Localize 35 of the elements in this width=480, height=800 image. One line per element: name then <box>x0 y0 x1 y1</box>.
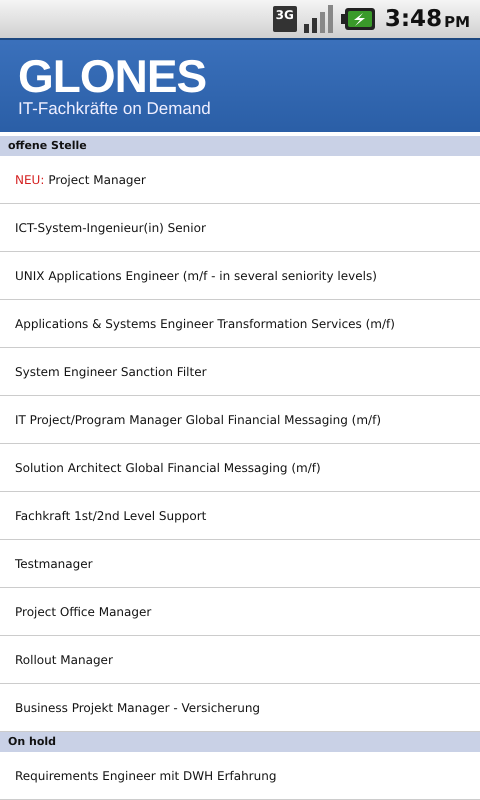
job-list-item[interactable]: Solution Architect Global Financial Messaging (m/f) <box>0 444 480 492</box>
new-label: NEU: <box>15 172 44 186</box>
job-list-item[interactable]: Rollout Manager <box>0 636 480 684</box>
job-title: Applications & Systems Engineer Transformation Services (m/f) <box>15 316 395 330</box>
job-list-item[interactable]: Testmanager <box>0 540 480 588</box>
job-title: UNIX Applications Engineer (m/f - in several seniority levels) <box>15 268 377 282</box>
clock-meridiem: PM <box>444 13 470 31</box>
job-list-item[interactable]: System Engineer Sanction Filter <box>0 348 480 396</box>
job-list-item[interactable]: UNIX Applications Engineer (m/f - in several seniority levels) <box>0 252 480 300</box>
section-header: offene Stelle <box>0 136 480 156</box>
job-title: Project Manager <box>48 172 146 186</box>
job-title: ICT-System-Ingenieur(in) Senior <box>15 220 206 234</box>
signal-icon <box>302 4 335 34</box>
job-title: Fachkraft 1st/2nd Level Support <box>15 508 206 522</box>
network-type-icon: 3G <box>272 6 297 32</box>
job-title: Solution Architect Global Financial Messaging (m/f) <box>15 460 321 474</box>
job-list-item[interactable]: Applications & Systems Engineer Transformation Services (m/f) <box>0 300 480 348</box>
job-title: Testmanager <box>15 556 93 570</box>
job-title: Rollout Manager <box>15 652 113 666</box>
job-list-item[interactable]: Project Office Manager <box>0 588 480 636</box>
logo-text: GLONES <box>18 53 206 99</box>
job-title: System Engineer Sanction Filter <box>15 364 207 378</box>
job-title: Project Office Manager <box>15 604 152 618</box>
tagline: IT-Fachkräfte on Demand <box>18 99 211 119</box>
job-title: IT Project/Program Manager Global Financial Messaging (m/f) <box>15 412 381 426</box>
section-header: On hold <box>0 732 480 752</box>
job-title: Requirements Engineer mit DWH Erfahrung <box>15 768 276 782</box>
job-list-item[interactable]: NEU: Project Manager <box>0 156 480 204</box>
job-list-item[interactable]: IT Project/Program Manager Global Financial Messaging (m/f) <box>0 396 480 444</box>
job-title: Business Projekt Manager - Versicherung <box>15 700 260 714</box>
clock-time: 3:48 <box>384 6 442 32</box>
job-list-item[interactable]: Requirements Engineer mit DWH Erfahrung <box>0 752 480 800</box>
job-list-item[interactable]: Fachkraft 1st/2nd Level Support <box>0 492 480 540</box>
battery-charging-icon <box>340 8 375 30</box>
job-list-item[interactable]: ICT-System-Ingenieur(in) Senior <box>0 204 480 252</box>
